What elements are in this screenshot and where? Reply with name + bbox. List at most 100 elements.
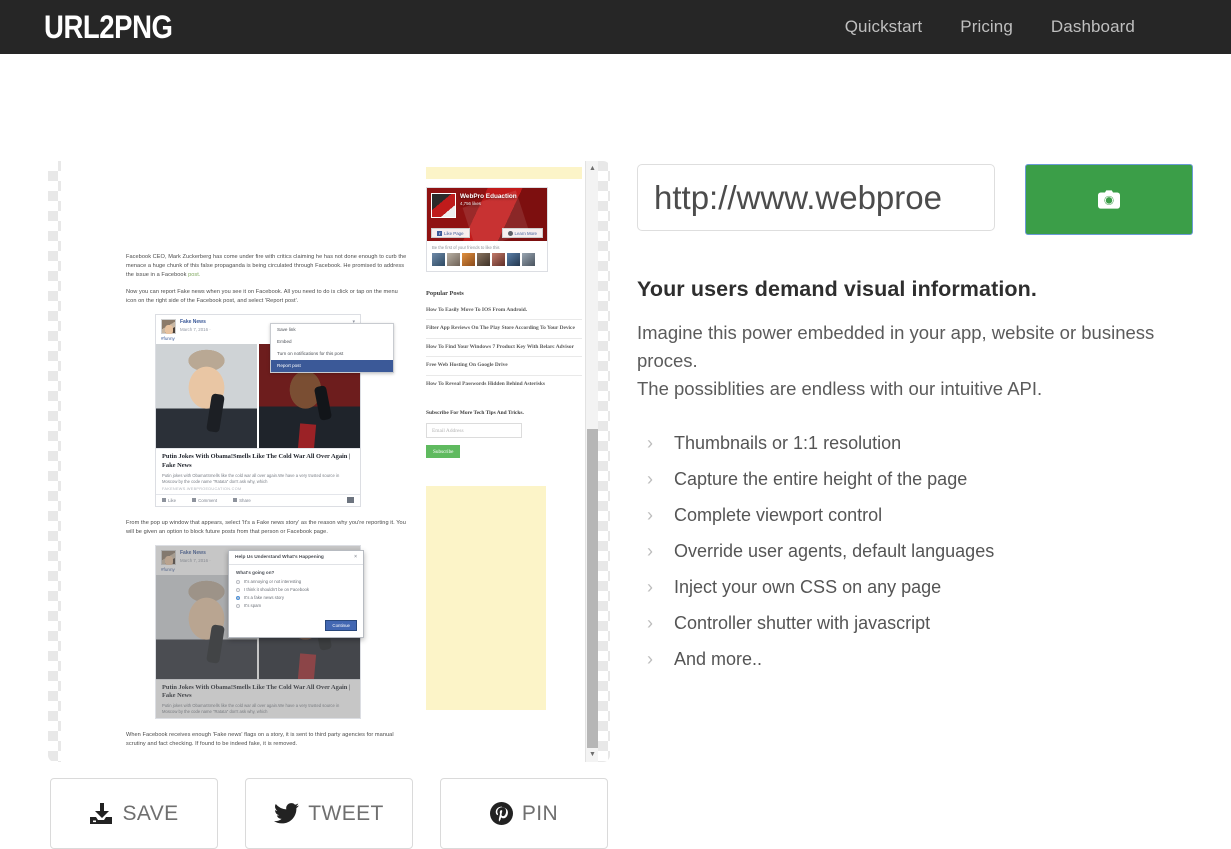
radio-icon[interactable]: [236, 579, 240, 584]
captured-sidebar-column: WebPro Eduaction 4,756 likes f Like Page …: [421, 161, 598, 762]
chevron-right-icon: ›: [647, 432, 653, 453]
feature-item-js-shutter: › Controller shutter with javascript: [637, 605, 1199, 641]
report-dialog-question: What's going on?: [236, 569, 275, 575]
report-option-spam[interactable]: It's spam: [229, 602, 363, 610]
popular-post-item[interactable]: How To Reveal Passwords Hidden Behind As…: [426, 376, 582, 393]
info-icon: [507, 230, 513, 236]
scroll-down-arrow-icon[interactable]: ▼: [586, 747, 598, 762]
share-actions-bar: SAVE TWEET PIN: [50, 778, 608, 849]
post-link-host: FAKENEWS.WEBPROEDUCATION.COM: [162, 486, 242, 491]
tweet-button[interactable]: TWEET: [245, 778, 413, 849]
feature-item-viewport: › Complete viewport control: [637, 497, 1199, 533]
article-paragraph-1: Facebook CEO, Mark Zuckerberg has come u…: [126, 254, 407, 279]
feature-label: Capture the entire height of the page: [674, 468, 968, 489]
widget-page-photo: [431, 193, 456, 218]
post-date: March 7, 2016 ·: [180, 327, 211, 333]
chevron-right-icon: ›: [647, 540, 653, 561]
marketing-paragraph-line2: The possiblities are endless with our in…: [637, 378, 1043, 399]
menu-item-save-link[interactable]: Save link: [271, 324, 393, 336]
report-dialog-header: Help Us Understand What's Happening ×: [229, 551, 363, 565]
menu-item-report-post[interactable]: Report post: [271, 360, 393, 373]
nav-item-dashboard[interactable]: Dashboard: [1051, 17, 1135, 37]
report-option-shouldnt-be[interactable]: I think it shouldn't be on Facebook: [229, 586, 363, 594]
facebook-icon: f: [437, 230, 442, 236]
nav-item-quickstart[interactable]: Quickstart: [845, 17, 923, 37]
feature-label: And more..: [674, 648, 763, 669]
chevron-right-icon: ›: [647, 576, 653, 597]
feature-item-inject-css: › Inject your own CSS on any page: [637, 569, 1199, 605]
widget-page-title: WebPro Eduaction: [460, 193, 517, 200]
subscribe-button[interactable]: Subscribe: [426, 445, 461, 459]
post-context-menu: Save link Embed Turn on notifications fo…: [270, 323, 394, 374]
comment-icon: [192, 498, 197, 502]
chevron-right-icon: ›: [647, 468, 653, 489]
widget-like-count: 4,756 likes: [460, 201, 481, 206]
radio-icon-selected[interactable]: [236, 595, 240, 600]
menu-item-embed[interactable]: Embed: [271, 336, 393, 348]
popular-posts-heading: Popular Posts: [426, 290, 464, 297]
save-button-label: SAVE: [122, 801, 179, 825]
avatar: [507, 253, 520, 266]
continue-button[interactable]: Continue: [325, 619, 357, 631]
screenshot-image[interactable]: Facebook CEO, Mark Zuckerberg has come u…: [61, 161, 598, 762]
page-avatar: [161, 319, 176, 335]
report-dialog-footer: Continue: [229, 610, 363, 637]
feature-label: Controller shutter with javascript: [674, 612, 931, 633]
subscribe-heading: Subscribe For More Tech Tips And Tricks.: [426, 410, 524, 417]
avatar: [492, 253, 505, 266]
report-option-fake-news[interactable]: It's a fake news story: [229, 594, 363, 602]
capture-screenshot-button[interactable]: [1025, 164, 1193, 235]
capture-panel: Your users demand visual information. Im…: [637, 164, 1199, 677]
privacy-icon: [347, 496, 354, 503]
popular-post-item[interactable]: Free Web Hosting On Google Drive: [426, 357, 582, 376]
photo-putin: [156, 344, 258, 449]
url-input[interactable]: [637, 164, 995, 231]
report-option-annoying[interactable]: It's annoying or not interesting: [229, 578, 363, 586]
menu-item-notifications[interactable]: Turn on notifications for this post: [271, 348, 393, 360]
widget-friends-note: Be the first of your friends to like thi…: [432, 245, 500, 250]
widget-body: Be the first of your friends to like thi…: [427, 241, 547, 271]
save-button[interactable]: SAVE: [50, 778, 218, 849]
popular-post-item[interactable]: Filter App Reviews On The Play Store Acc…: [426, 320, 582, 339]
captured-article-column: Facebook CEO, Mark Zuckerberg has come u…: [61, 161, 421, 762]
pinterest-icon: [489, 802, 513, 825]
preview-scrollbar[interactable]: ▲ ▼: [585, 161, 598, 762]
article-paragraph-4: When Facebook receives enough 'Fake news…: [126, 732, 394, 748]
widget-learn-more-button[interactable]: Learn More: [501, 228, 543, 238]
chevron-right-icon: ›: [647, 504, 653, 525]
comment-action[interactable]: Comment: [192, 498, 217, 503]
avatar: [522, 253, 535, 266]
popular-post-item[interactable]: How To Find Your Windows 7 Product Key W…: [426, 339, 582, 358]
radio-icon[interactable]: [236, 587, 240, 592]
post-link-title: Putin Jokes With Obama!Smells Like The C…: [162, 453, 351, 470]
share-action[interactable]: Share: [233, 498, 251, 503]
scrollbar-thumb[interactable]: [587, 429, 598, 748]
facebook-post-card-dialog: Fake News March 7, 2016 · #funny Putin J…: [155, 544, 364, 720]
download-icon: [90, 802, 113, 824]
avatar: [477, 253, 490, 266]
close-icon[interactable]: ×: [354, 554, 357, 560]
post-link-preview[interactable]: Putin Jokes With Obama!Smells Like The C…: [156, 448, 360, 493]
subscribe-email-input[interactable]: Email Address: [426, 423, 522, 439]
post-page-name[interactable]: Fake News: [180, 319, 211, 326]
pin-button[interactable]: PIN: [440, 778, 608, 849]
post-actions: Like Comment Share: [156, 493, 360, 506]
feature-label: Thumbnails or 1:1 resolution: [674, 432, 902, 453]
widget-like-page-button[interactable]: f Like Page: [431, 228, 470, 238]
like-action[interactable]: Like: [162, 498, 176, 503]
nav-item-pricing[interactable]: Pricing: [960, 17, 1013, 37]
report-dialog-title: Help Us Understand What's Happening: [235, 554, 324, 560]
feature-item-thumbnails: › Thumbnails or 1:1 resolution: [637, 425, 1199, 461]
article-paragraph-3: From the pop up window that appears, sel…: [126, 519, 406, 535]
feature-label: Override user agents, default languages: [674, 540, 995, 561]
pin-button-label: PIN: [521, 801, 559, 825]
scroll-up-arrow-icon[interactable]: ▲: [586, 161, 598, 176]
chevron-right-icon: ›: [647, 612, 653, 633]
site-logo[interactable]: URL2PNG: [44, 11, 173, 43]
feature-label: Complete viewport control: [674, 504, 883, 525]
feature-item-user-agents: › Override user agents, default languages: [637, 533, 1199, 569]
share-icon: [233, 498, 238, 502]
popular-post-item[interactable]: How To Easily Move To IOS From Android.: [426, 302, 582, 321]
article-inline-link[interactable]: post.: [188, 272, 200, 278]
radio-icon[interactable]: [236, 603, 240, 608]
